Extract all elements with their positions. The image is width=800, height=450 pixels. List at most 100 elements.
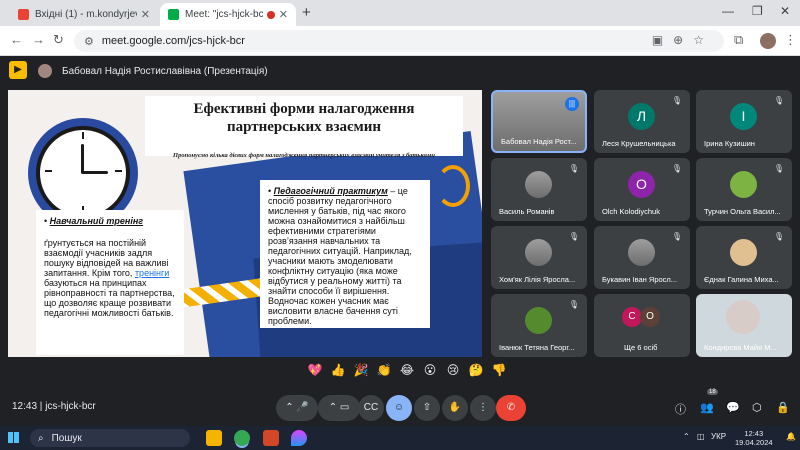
surprised-reaction[interactable]: 😮 xyxy=(421,363,439,385)
participant-name: Букавин Іван Яросл... xyxy=(602,275,678,284)
people-icon[interactable]: 👥 xyxy=(700,401,714,414)
participant-name: Василь Романів xyxy=(499,207,555,216)
participant-avatar xyxy=(628,239,655,266)
participant-avatar: O xyxy=(628,171,655,198)
thinking-reaction[interactable]: 🤔 xyxy=(467,363,485,385)
address-bar[interactable]: ⚙ meet.google.com/jcs-hjck-bcr ▣⊕☆ xyxy=(74,30,724,52)
profile-avatar[interactable] xyxy=(760,33,776,49)
taskbar-search[interactable]: ⌕ Пошук xyxy=(30,429,190,447)
host-controls-icon[interactable]: 🔒 xyxy=(776,401,790,414)
mic-off-icon: 🎙 xyxy=(568,164,579,173)
minimize-icon[interactable]: — xyxy=(722,4,734,18)
laugh-reaction[interactable]: 😂 xyxy=(398,363,416,385)
participant-name: Кондирєва Майя М... xyxy=(704,343,777,352)
participant-tile[interactable]: 🎙 O Olch Kolodiychuk xyxy=(594,158,690,221)
activities-icon[interactable]: ⬡ xyxy=(752,401,762,414)
participant-tile[interactable]: 🎙 І Ірина Кузишин xyxy=(696,90,792,153)
participant-tile[interactable]: 🎙 Хом'як Лілія Яросла... xyxy=(491,226,587,289)
meet-header: ▶ Бабовал Надія Ростиславівна (Презентац… xyxy=(0,57,800,85)
mic-off-icon: 🎙 xyxy=(568,232,579,241)
presenter-name: Бабовал Надія Ростиславівна (Презентація… xyxy=(62,65,268,77)
forward-icon[interactable]: → xyxy=(32,32,45,47)
end-call-button[interactable]: ✆ xyxy=(496,395,526,421)
menu-icon[interactable]: ⋮ xyxy=(784,32,797,48)
powerpoint-icon[interactable] xyxy=(263,430,279,446)
camera-button[interactable]: ⌃ ▭ xyxy=(318,395,360,421)
participant-avatar: Л xyxy=(628,103,655,130)
participant-avatar xyxy=(525,171,552,198)
reload-icon[interactable]: ↻ xyxy=(53,32,64,48)
mic-off-icon: 🎙 xyxy=(773,164,784,173)
bullet-title: Педагогічний практикум xyxy=(273,186,388,196)
mic-off-icon: 🎙 xyxy=(671,96,682,105)
presentation-slide: Ефективні форми налагодження партнерськи… xyxy=(8,90,482,357)
trainings-link[interactable]: тренінги xyxy=(135,268,169,278)
extensions-icon[interactable]: ⧉ xyxy=(734,32,743,48)
participant-tile[interactable]: 🎙 Єднак Галина Миха... xyxy=(696,226,792,289)
site-info-icon[interactable]: ⚙ xyxy=(84,35,94,48)
heart-reaction[interactable]: 💖 xyxy=(306,363,324,385)
emoji-button[interactable]: ☺ xyxy=(386,395,412,421)
participant-tile[interactable]: 🎙 Василь Романів xyxy=(491,158,587,221)
close-window-icon[interactable]: ✕ xyxy=(780,4,790,18)
slide-title-box: Ефективні форми налагодження партнерськи… xyxy=(145,96,463,159)
party-reaction[interactable]: 🎉 xyxy=(352,363,370,385)
os-taskbar: ⌕ Пошук ⌃ ◫ УКР 12:43 19.04.2024 🔔 xyxy=(0,426,800,450)
file-explorer-icon[interactable] xyxy=(206,430,222,446)
participant-tile[interactable]: ||| Бабовал Надія Рост... xyxy=(491,90,587,153)
more-participants-tile[interactable]: C O Ще 6 осіб xyxy=(594,294,690,357)
clap-reaction[interactable]: 👏 xyxy=(375,363,393,385)
more-options-button[interactable]: ⋮ xyxy=(470,395,496,421)
tab-gmail[interactable]: Вхідні (1) - m.kondyrjeva@ippo ✕ xyxy=(10,3,158,26)
mic-off-icon: 🎙 xyxy=(568,300,579,309)
new-tab-button[interactable]: + xyxy=(302,4,311,21)
participant-avatar: І xyxy=(730,103,757,130)
participant-name: Іванюк Тетяна Георг... xyxy=(499,343,575,352)
participant-name: Olch Kolodiychuk xyxy=(602,207,660,216)
chat-icon[interactable]: 💬 xyxy=(726,401,740,414)
participant-avatar xyxy=(525,239,552,266)
app-icon[interactable] xyxy=(291,430,307,446)
meeting-code: jcs-hjck-bcr xyxy=(45,401,96,412)
windows-start-icon[interactable] xyxy=(8,432,19,443)
participant-name: Хом'як Лілія Яросла... xyxy=(499,275,576,284)
speaking-icon: ||| xyxy=(565,97,579,111)
participant-tile[interactable]: 🎙 Турчин Ольга Васил... xyxy=(696,158,792,221)
browser-navbar: ← → ↻ ⚙ meet.google.com/jcs-hjck-bcr ▣⊕☆… xyxy=(0,26,800,56)
language-indicator[interactable]: УКР xyxy=(711,432,726,441)
slide-title: Ефективні форми налагодження партнерськи… xyxy=(193,101,415,135)
system-clock[interactable]: 12:43 19.04.2024 xyxy=(735,429,773,447)
maximize-icon[interactable]: ❐ xyxy=(752,4,763,18)
bullet-title: Навчальний тренінг xyxy=(49,216,144,226)
mic-button[interactable]: ⌃ 🎤 xyxy=(276,395,318,421)
present-button[interactable]: ⇧ xyxy=(414,395,440,421)
info-icon[interactable]: ⓘ xyxy=(675,401,686,417)
notifications-icon[interactable]: 🔔 xyxy=(786,432,796,441)
chrome-icon[interactable] xyxy=(234,430,250,446)
search-icon: ⌕ xyxy=(38,432,44,444)
captions-button[interactable]: CC xyxy=(358,395,384,421)
network-icon[interactable]: ◫ xyxy=(697,432,705,441)
card-text: – це спосіб розвитку педагогічного мисле… xyxy=(268,186,412,326)
close-icon[interactable]: ✕ xyxy=(279,8,288,21)
self-view-tile[interactable]: Кондирєва Майя М... xyxy=(696,294,792,357)
thumbs-up-reaction[interactable]: 👍 xyxy=(329,363,347,385)
gmail-icon xyxy=(18,9,29,20)
mic-off-icon: 🎙 xyxy=(773,232,784,241)
tray-chevron-icon[interactable]: ⌃ xyxy=(683,432,690,441)
participant-tile[interactable]: 🎙 Букавин Іван Яросл... xyxy=(594,226,690,289)
raise-hand-button[interactable]: ✋ xyxy=(442,395,468,421)
close-icon[interactable]: ✕ xyxy=(141,8,150,21)
thumbs-down-reaction[interactable]: 👎 xyxy=(490,363,508,385)
participant-name: Ірина Кузишин xyxy=(704,139,755,148)
left-text-card: • Навчальний тренінг ґрунтується на пост… xyxy=(36,210,184,355)
tab-meet[interactable]: Meet: "jcs-hjck-bcr" ✕ xyxy=(160,3,296,26)
mic-off-icon: 🎙 xyxy=(671,232,682,241)
back-icon[interactable]: ← xyxy=(10,32,23,47)
sad-reaction[interactable]: 😢 xyxy=(444,363,462,385)
participant-tile[interactable]: 🎙 Л Леся Крушельницька xyxy=(594,90,690,153)
presenter-label: Бабовал Надія Ростиславівна (Презентація… xyxy=(38,60,268,82)
call-controls: 12:43 | jcs-hjck-bcr ⌃ 🎤 ⌃ ▭ CC ☺ ⇧ ✋ ⋮ … xyxy=(0,392,800,426)
participant-tile[interactable]: 🎙 Іванюк Тетяна Георг... xyxy=(491,294,587,357)
recording-icon xyxy=(266,10,275,19)
